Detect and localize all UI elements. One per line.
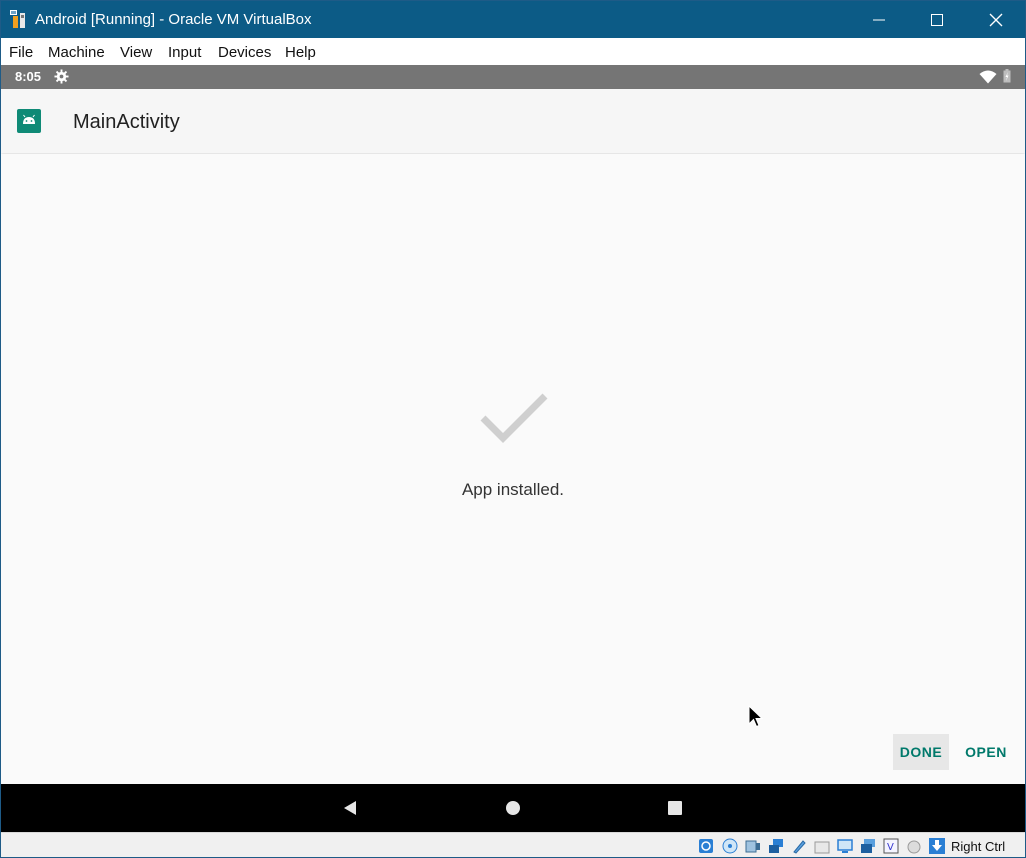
mouse-cursor-icon [748,704,764,734]
keyboard-capture-icon[interactable] [929,838,945,854]
minimize-icon [873,19,885,21]
android-status-bar: 8:05 [1,65,1025,89]
menu-machine[interactable]: Machine [48,44,105,61]
home-icon[interactable] [505,800,521,821]
optical-drive-icon[interactable] [722,838,738,854]
menu-view[interactable]: View [120,44,152,61]
back-icon[interactable] [342,800,358,821]
battery-icon [1003,69,1011,88]
wifi-icon [979,70,997,89]
vbox-status-bar: V Right Ctrl [1,832,1025,857]
window-title: Android [Running] - Oracle VM VirtualBox [35,11,312,28]
menu-input[interactable]: Input [168,44,201,61]
network-icon[interactable] [768,838,784,854]
app-title: MainActivity [73,111,180,133]
title-bar: Android [Running] - Oracle VM VirtualBox [1,1,1025,38]
minimize-button[interactable] [850,1,908,38]
android-app-icon [17,109,41,138]
menu-devices[interactable]: Devices [218,44,271,61]
recents-icon[interactable] [667,800,683,821]
virtualbox-logo-icon [9,9,29,29]
install-result-panel: App installed. DONE OPEN [1,154,1025,784]
display-icon[interactable] [837,838,853,854]
shared-folders-icon[interactable] [814,838,830,854]
video-capture-icon[interactable] [860,838,876,854]
svg-text:V: V [887,842,894,853]
maximize-button[interactable] [908,1,966,38]
close-icon [989,13,1003,27]
app-bar: MainActivity [1,89,1025,153]
maximize-icon [931,14,943,26]
done-button[interactable]: DONE [893,734,949,770]
usb-icon[interactable] [791,838,807,854]
virtualbox-window: Android [Running] - Oracle VM VirtualBox… [0,0,1026,858]
audio-icon[interactable] [745,838,761,854]
host-key-label: Right Ctrl [951,839,1006,854]
status-time: 8:05 [15,69,42,84]
mouse-integration-icon[interactable] [906,838,922,854]
menu-file[interactable]: File [9,44,33,61]
menu-bar: File Machine View Input Devices Help [1,38,1025,65]
open-button[interactable]: OPEN [959,734,1013,770]
hard-disk-icon[interactable] [698,838,714,854]
install-message: App installed. [461,480,565,499]
gear-icon [54,69,69,89]
virtualization-icon[interactable]: V [883,838,899,854]
menu-help[interactable]: Help [285,44,316,61]
checkmark-icon [479,390,551,451]
close-button[interactable] [967,1,1025,38]
android-nav-bar [1,784,1025,832]
